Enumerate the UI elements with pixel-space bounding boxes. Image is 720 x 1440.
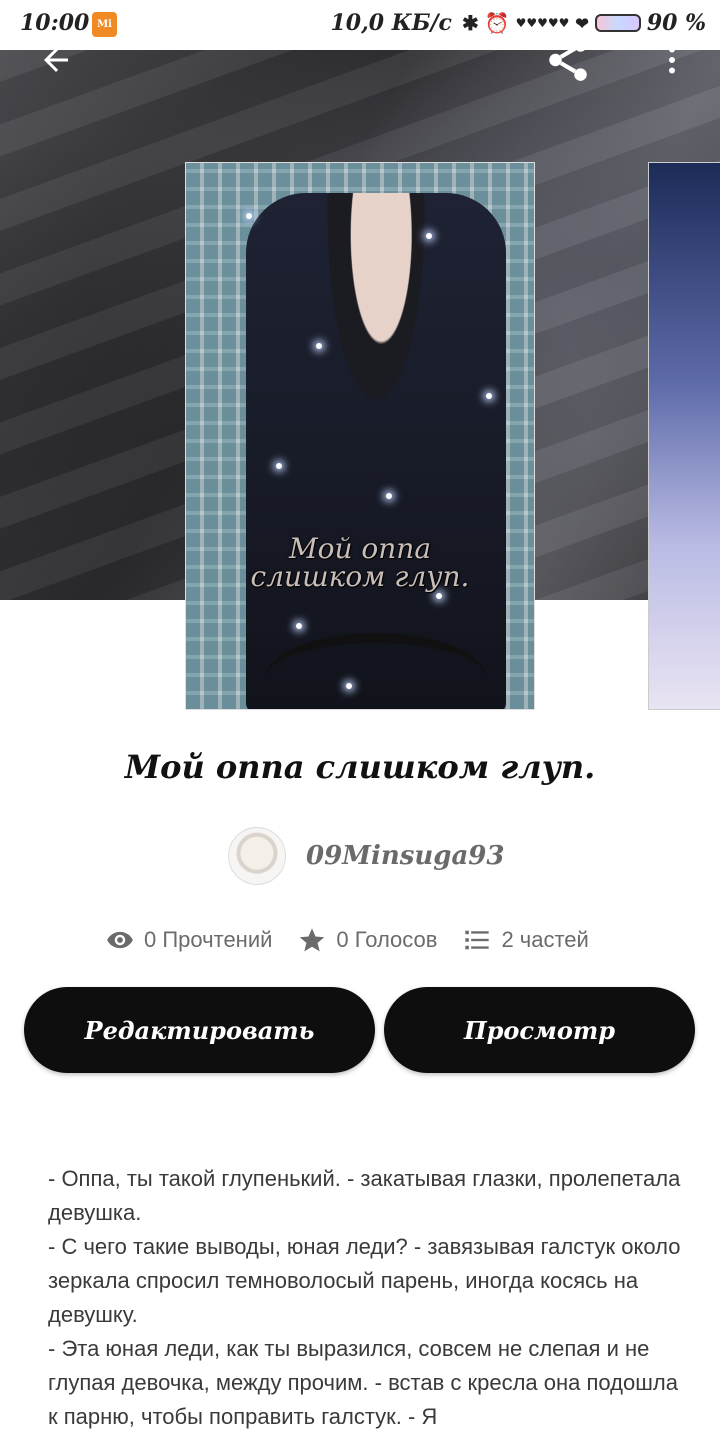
story-title: Мой оппа слишком глуп. [124,748,596,786]
reads-stat: 0 Прочтений [106,926,272,954]
status-bar: 10:00 Mi 10,0 КБ/с ✱ ⏰ ♥♥♥♥♥ ❤ 90 % [0,0,720,50]
signal-icon: ❤ [575,13,589,33]
votes-stat: 0 Голосов [298,926,437,954]
status-right-group: 10,0 КБ/с ✱ ⏰ ♥♥♥♥♥ ❤ 90 % [330,10,706,36]
battery-percent: 90 % [646,10,706,36]
cover-caption-line2: слишком глуп. [250,560,470,593]
hearts-decoration-icon: ♥♥♥♥♥ [515,16,570,30]
reads-count: 0 Прочтений [144,927,273,952]
votes-count: 0 Голосов [336,927,438,952]
cover-caption-line1: Мой оппа [288,532,432,565]
parts-stat: 2 частей [463,926,589,954]
sparkle [296,623,302,629]
app-notification-icon: Mi [92,12,117,37]
star-icon [300,928,325,952]
sparkle [436,593,442,599]
eye-icon [107,931,133,949]
sparkle [426,233,432,239]
avatar[interactable] [228,827,286,885]
sparkle [386,493,392,499]
description-paragraph: - Оппа, ты такой глупенький. - закатывая… [48,1166,681,1225]
status-time: 10:00 [20,10,90,36]
description-paragraph: - С чего такие выводы, юная леди? - завя… [48,1234,681,1327]
list-icon [465,930,490,950]
description-paragraph: - Эта юная леди, как ты выразился, совсе… [48,1336,678,1429]
battery-icon [594,14,641,32]
next-story-cover[interactable] [648,162,720,710]
story-cover[interactable]: Мой оппа слишком глуп. [185,162,535,710]
sparkle [346,683,352,689]
alarm-icon: ⏰ [484,11,510,35]
bluetooth-icon: ✱ [461,11,479,35]
parts-count: 2 частей [501,927,589,952]
story-stats: 0 Прочтений 0 Голосов 2 частей [106,920,589,960]
cover-caption: Мой оппа слишком глуп. [186,535,534,591]
sparkle [486,393,492,399]
network-speed: 10,0 КБ/с [330,10,452,36]
author-row[interactable]: 09Minsuga93 [228,826,505,886]
sparkle [316,343,322,349]
story-description: - Оппа, ты такой глупенький. - закатывая… [48,1162,688,1434]
edit-button[interactable]: Редактировать [24,987,375,1073]
sparkle [246,213,252,219]
preview-button[interactable]: Просмотр [384,987,695,1073]
author-name[interactable]: 09Minsuga93 [306,841,505,871]
sparkle [276,463,282,469]
